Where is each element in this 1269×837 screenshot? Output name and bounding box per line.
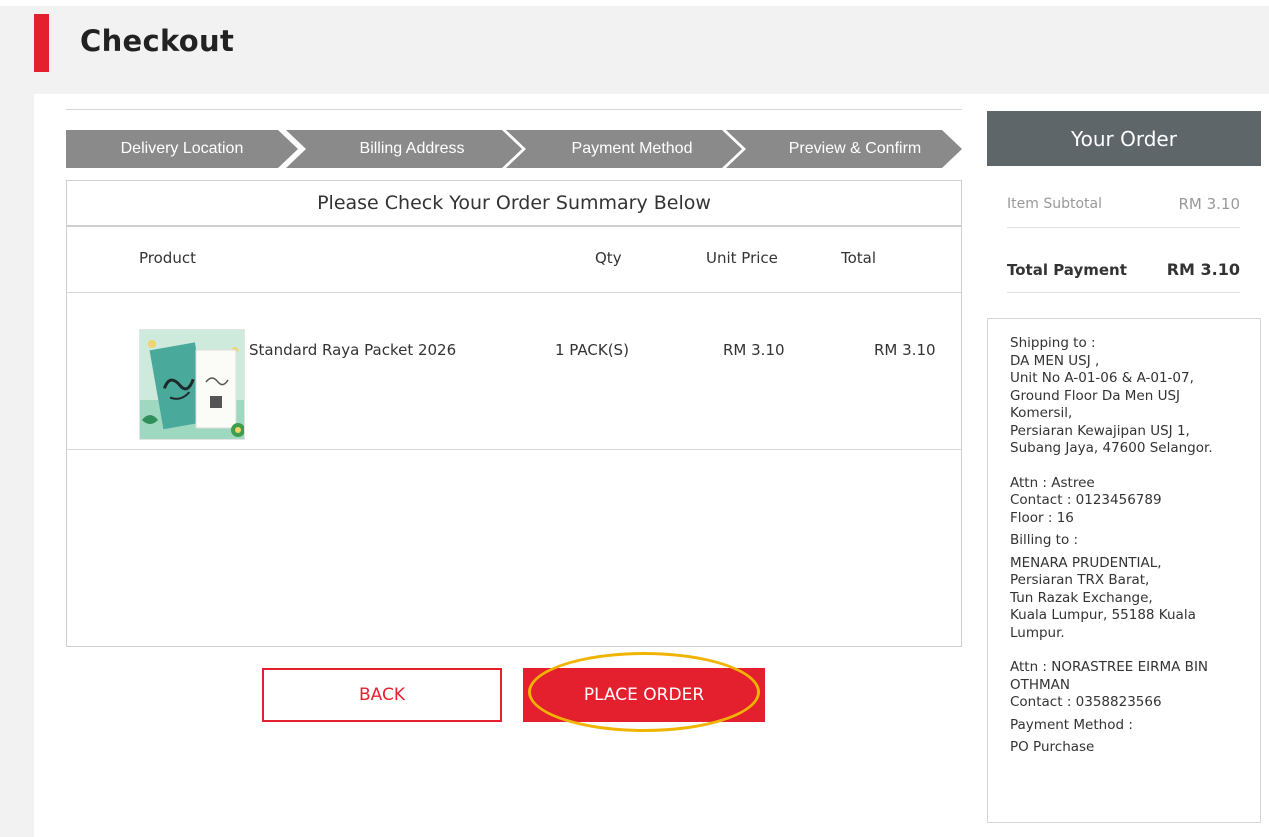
- shipping-address-line: Ground Floor Da Men USJ: [1010, 387, 1181, 404]
- product-thumbnail: [139, 329, 245, 440]
- shipping-address-line: Komersil,: [1010, 405, 1073, 421]
- billing-address-line: Tun Razak Exchange,: [1010, 589, 1153, 606]
- subtotal-value: RM 3.10: [1178, 195, 1240, 213]
- divider: [66, 109, 962, 110]
- order-summary: Please Check Your Order Summary Below Pr…: [66, 180, 962, 647]
- order-totals: Item Subtotal RM 3.10 Total Payment RM 3…: [987, 166, 1261, 308]
- step-preview-confirm[interactable]: Preview & Confirm: [726, 130, 962, 168]
- shipping-address-line: Unit No A-01-06 & A-01-07,: [1010, 370, 1194, 386]
- shipping-contact: Contact : 0123456789: [1010, 492, 1162, 508]
- billing-contact: Contact : 0358823566: [1010, 694, 1162, 710]
- table-header-divider: [67, 292, 961, 293]
- product-qty: 1 PACK(S): [555, 341, 629, 359]
- payment-method-label: Payment Method :: [1010, 716, 1133, 733]
- column-header-total: Total: [841, 249, 877, 267]
- your-order-header: Your Order: [987, 111, 1261, 166]
- billing-address-line: Kuala Lumpur, 55188 Kuala: [1010, 607, 1196, 623]
- billing-address-line: Lumpur.: [1010, 624, 1065, 641]
- checkout-steps: Delivery Location Billing Address Paymen…: [66, 130, 962, 168]
- subtotal-label: Item Subtotal: [1007, 196, 1102, 212]
- billing-attn: OTHMAN: [1010, 676, 1071, 693]
- delivery-info: Shipping to : DA MEN USJ , Unit No A-01-…: [987, 318, 1261, 823]
- billing-address-line: MENARA PRUDENTIAL,: [1010, 554, 1162, 571]
- step-delivery-location[interactable]: Delivery Location: [66, 130, 298, 168]
- shipping-address-line: Subang Jaya, 47600 Selangor.: [1010, 440, 1213, 456]
- billing-label: Billing to :: [1010, 532, 1079, 548]
- divider: [1007, 227, 1240, 228]
- divider: [1007, 292, 1240, 293]
- shipping-label: Shipping to :: [1010, 335, 1096, 351]
- billing-address-line: Persiaran TRX Barat,: [1010, 572, 1150, 588]
- product-total: RM 3.10: [874, 341, 936, 359]
- shipping-address-line: DA MEN USJ ,: [1010, 352, 1100, 369]
- column-header-unit-price: Unit Price: [706, 249, 778, 267]
- product-name: Standard Raya Packet 2026: [249, 341, 457, 359]
- back-button[interactable]: BACK: [262, 668, 502, 722]
- summary-title: Please Check Your Order Summary Below: [67, 181, 961, 227]
- place-order-button[interactable]: PLACE ORDER: [523, 668, 765, 722]
- title-accent-bar: [34, 14, 49, 72]
- page-title: Checkout: [80, 24, 235, 58]
- step-payment-method[interactable]: Payment Method: [506, 130, 742, 168]
- column-header-qty: Qty: [595, 249, 622, 267]
- shipping-address-line: Persiaran Kewajipan USJ 1,: [1010, 422, 1190, 439]
- product-unit-price: RM 3.10: [723, 341, 785, 359]
- billing-attn: Attn : NORASTREE EIRMA BIN: [1010, 659, 1209, 675]
- step-billing-address[interactable]: Billing Address: [286, 130, 522, 168]
- total-payment-value: RM 3.10: [1166, 260, 1240, 279]
- column-header-product: Product: [139, 249, 196, 267]
- row-divider: [67, 449, 961, 450]
- shipping-attn: Attn : Astree: [1010, 474, 1095, 491]
- shipping-floor: Floor : 16: [1010, 509, 1074, 526]
- total-payment-label: Total Payment: [1007, 261, 1127, 279]
- payment-method-value: PO Purchase: [1010, 739, 1095, 755]
